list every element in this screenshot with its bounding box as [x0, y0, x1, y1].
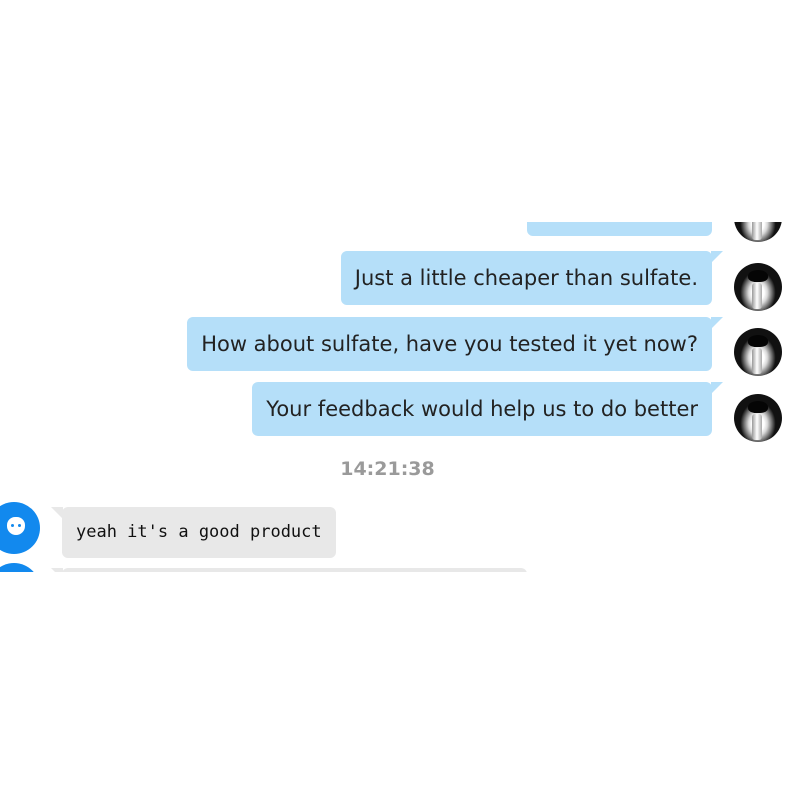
message-text: How about sulfate, have you tested it ye…: [201, 332, 698, 356]
outgoing-message-bubble: Your feedback would help us to do better: [252, 382, 723, 436]
incoming-message-bubble: [51, 568, 527, 572]
agent-avatar-icon[interactable]: [734, 263, 782, 311]
message-text: Your feedback would help us to do better: [266, 397, 698, 421]
user-face-icon: [7, 517, 25, 535]
incoming-message-bubble: yeah it's a good product: [51, 507, 336, 558]
message-text: Just a little cheaper than sulfate.: [354, 266, 698, 290]
message-text: yeah it's a good product: [76, 522, 322, 542]
message-timestamp: 14:21:38: [340, 458, 435, 480]
outgoing-message-bubble: How about sulfate, have you tested it ye…: [187, 317, 723, 371]
outgoing-message-bubble: Just a little cheaper than sulfate.: [340, 251, 724, 305]
agent-avatar-icon[interactable]: [734, 222, 782, 242]
user-avatar-icon[interactable]: [0, 502, 40, 554]
agent-avatar-icon[interactable]: [734, 394, 782, 442]
agent-avatar-icon[interactable]: [734, 328, 782, 376]
chat-message-list[interactable]: Just a little cheaper than sulfate. How …: [0, 222, 800, 572]
outgoing-message-bubble: [527, 222, 712, 236]
user-avatar-icon[interactable]: [0, 563, 40, 572]
